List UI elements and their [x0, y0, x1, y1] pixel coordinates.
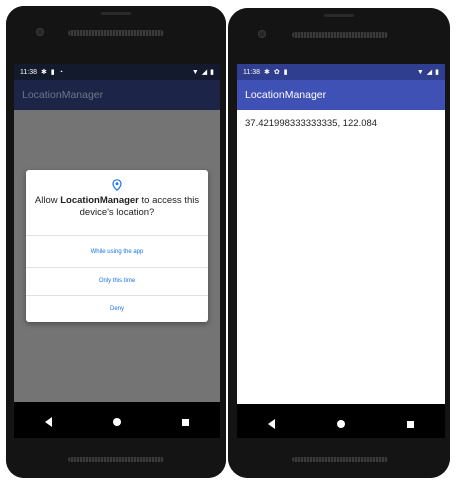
- while-using-app-button[interactable]: While using the app: [26, 239, 208, 265]
- left-phone: 11:38 ✱ ▮ ◔ ▼ ◢ ▮ LocationManager Allow …: [6, 6, 226, 478]
- gear-icon: ✱: [264, 68, 270, 76]
- only-this-time-button[interactable]: Only this time: [26, 268, 208, 294]
- dialog-title-prefix: Allow: [34, 195, 61, 206]
- wifi-icon: ▼: [191, 68, 199, 76]
- location-pin-icon: [112, 179, 122, 191]
- top-notch: [324, 14, 354, 17]
- sync-icon: ◔: [58, 68, 63, 76]
- status-bar: 11:38 ✱ ▮ ◔ ▼ ◢ ▮: [14, 64, 220, 80]
- location-permission-dialog: Allow LocationManager to access this dev…: [26, 170, 208, 322]
- bottom-bezel: [228, 438, 450, 478]
- app-bar: LocationManager: [14, 80, 220, 110]
- earpiece-speaker: [68, 30, 164, 36]
- recents-icon[interactable]: [400, 414, 420, 434]
- battery-icon: ▮: [435, 68, 439, 76]
- sd-card-icon: ▮: [283, 68, 288, 76]
- back-icon[interactable]: [38, 412, 58, 432]
- bottom-speaker: [292, 457, 388, 462]
- app-bar: LocationManager: [237, 80, 445, 110]
- settings-icon: ✿: [273, 68, 280, 76]
- top-bezel: [6, 6, 226, 64]
- dialog-title-app: LocationManager: [60, 195, 139, 206]
- app-title: LocationManager: [245, 89, 327, 101]
- recents-icon[interactable]: [176, 412, 196, 432]
- dialog-title: Allow LocationManager to access this dev…: [34, 195, 200, 219]
- signal-icon: ◢: [201, 68, 208, 76]
- home-icon[interactable]: [331, 414, 351, 434]
- dialog-divider: [26, 235, 208, 236]
- earpiece-speaker: [292, 32, 388, 38]
- wifi-icon: ▼: [416, 68, 424, 76]
- front-camera: [258, 30, 266, 38]
- top-notch: [101, 12, 131, 15]
- sd-card-icon: ▮: [50, 68, 55, 76]
- screen: 11:38 ✱ ✿ ▮ ▼ ◢ ▮ LocationManager 37.421…: [237, 64, 445, 444]
- battery-icon: ▮: [210, 68, 214, 76]
- right-phone: 11:38 ✱ ✿ ▮ ▼ ◢ ▮ LocationManager 37.421…: [228, 8, 450, 478]
- navigation-bar: [14, 402, 220, 442]
- signal-icon: ◢: [426, 68, 433, 76]
- top-bezel: [228, 8, 450, 66]
- status-bar: 11:38 ✱ ✿ ▮ ▼ ◢ ▮: [237, 64, 445, 80]
- bottom-bezel: [6, 438, 226, 478]
- status-time: 11:38: [243, 68, 260, 76]
- app-title: LocationManager: [22, 89, 104, 101]
- location-coordinates: 37.421998333333335, 122.084: [245, 118, 378, 129]
- front-camera: [36, 28, 44, 36]
- bottom-speaker: [68, 457, 164, 462]
- screen: 11:38 ✱ ▮ ◔ ▼ ◢ ▮ LocationManager Allow …: [14, 64, 220, 442]
- gear-icon: ✱: [41, 68, 47, 76]
- home-icon[interactable]: [107, 412, 127, 432]
- back-icon[interactable]: [262, 414, 282, 434]
- deny-button[interactable]: Deny: [26, 296, 208, 322]
- status-time: 11:38: [20, 68, 37, 76]
